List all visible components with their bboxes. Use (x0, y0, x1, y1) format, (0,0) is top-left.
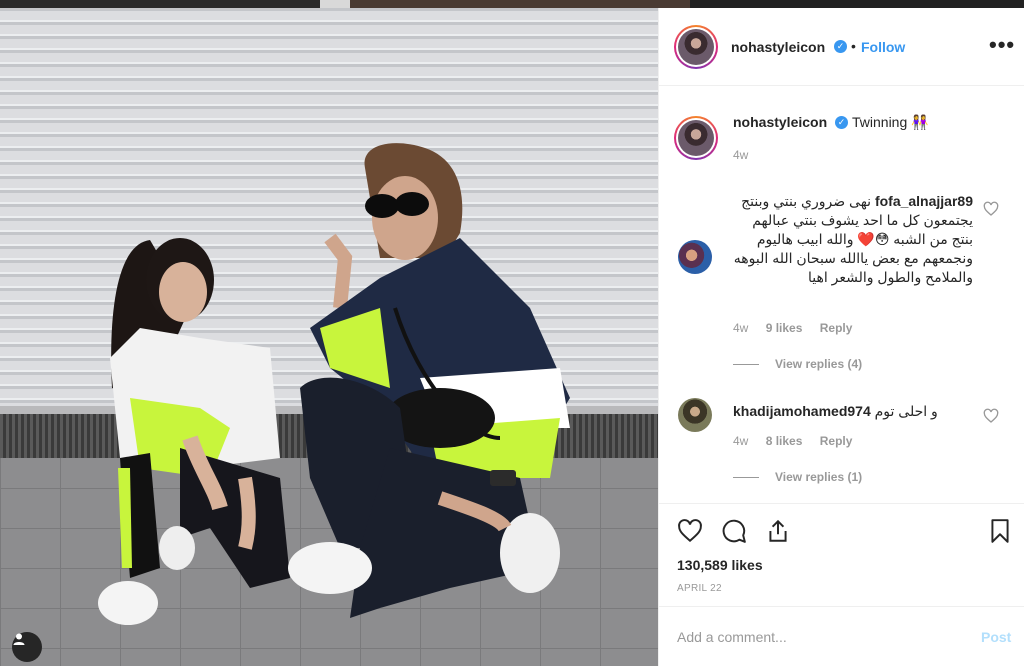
comments-list: nohastyleicon ✓ Twinning 👭 4w fofa_alnaj… (659, 87, 1024, 503)
like-comment-heart-icon[interactable] (983, 201, 999, 217)
reply-button[interactable]: Reply (820, 434, 853, 448)
view-replies-label: View replies (4) (775, 357, 863, 371)
separator-dot: • (851, 38, 856, 54)
comment-username[interactable]: khadijamohamed974 (733, 403, 871, 419)
comment-meta: 4w 9 likes Reply (733, 321, 866, 335)
caption-text: Twinning 👭 (852, 114, 929, 130)
share-icon[interactable] (765, 518, 791, 544)
comment-time[interactable]: 4w (733, 434, 748, 448)
comment-body: fofa_alnajjar89 نهى ضروري بنتي وبنتج يجت… (733, 192, 973, 287)
comment-content: fofa_alnajjar89 نهى ضروري بنتي وبنتج يجت… (733, 192, 973, 287)
reply-button[interactable]: Reply (820, 321, 853, 335)
caption-avatar[interactable] (674, 116, 718, 160)
view-replies-button[interactable]: View replies (4) (733, 357, 862, 371)
comment-meta: 4w 8 likes Reply (733, 434, 866, 448)
comment-time[interactable]: 4w (733, 321, 748, 335)
strip-segment (0, 0, 320, 8)
comment-likes[interactable]: 9 likes (766, 321, 803, 335)
post-comment-button[interactable]: Post (981, 629, 1011, 645)
verified-badge-icon: ✓ (834, 40, 847, 53)
strip-segment (350, 0, 690, 8)
photo-illustration (0, 8, 658, 666)
post-side-panel: nohastyleicon ✓ • Follow ••• nohastyleic… (658, 8, 1024, 666)
comment-username[interactable]: fofa_alnajjar89 (875, 193, 973, 209)
likes-count[interactable]: 130,589 likes (677, 557, 763, 573)
post-photo[interactable] (0, 8, 658, 666)
person-icon (13, 633, 25, 645)
view-replies-button[interactable]: View replies (1) (733, 470, 862, 484)
strip-segment (690, 0, 1024, 8)
heart-icon[interactable] (677, 518, 703, 544)
top-strip (0, 0, 1024, 8)
comment-icon[interactable] (721, 518, 747, 544)
post-date[interactable]: APRIL 22 (677, 583, 722, 594)
strip-segment (320, 0, 350, 8)
caption-username[interactable]: nohastyleicon (733, 114, 827, 130)
comment-likes[interactable]: 8 likes (766, 434, 803, 448)
replies-divider-line (733, 364, 759, 366)
caption-time[interactable]: 4w (733, 148, 748, 162)
post-actions: 130,589 likes APRIL 22 (659, 503, 1024, 606)
verified-badge-icon: ✓ (835, 116, 848, 129)
comment-avatar[interactable] (678, 398, 712, 432)
user-tag-button[interactable] (12, 632, 42, 662)
comment-avatar[interactable] (678, 240, 712, 274)
follow-button[interactable]: Follow (861, 39, 905, 55)
author-avatar[interactable] (674, 25, 718, 69)
comment-body: khadijamohamed974 و احلى توم (733, 402, 945, 421)
add-comment-form: Post (659, 606, 1024, 666)
comment-text: و احلى توم (874, 403, 938, 419)
view-replies-label: View replies (1) (775, 470, 863, 484)
author-username[interactable]: nohastyleicon (731, 39, 825, 55)
like-comment-heart-icon[interactable] (983, 408, 999, 424)
more-options-icon[interactable]: ••• (989, 32, 1015, 58)
replies-divider-line (733, 477, 759, 479)
comment-input[interactable] (677, 625, 957, 649)
bookmark-icon[interactable] (987, 518, 1013, 544)
post-header: nohastyleicon ✓ • Follow ••• (659, 8, 1024, 86)
